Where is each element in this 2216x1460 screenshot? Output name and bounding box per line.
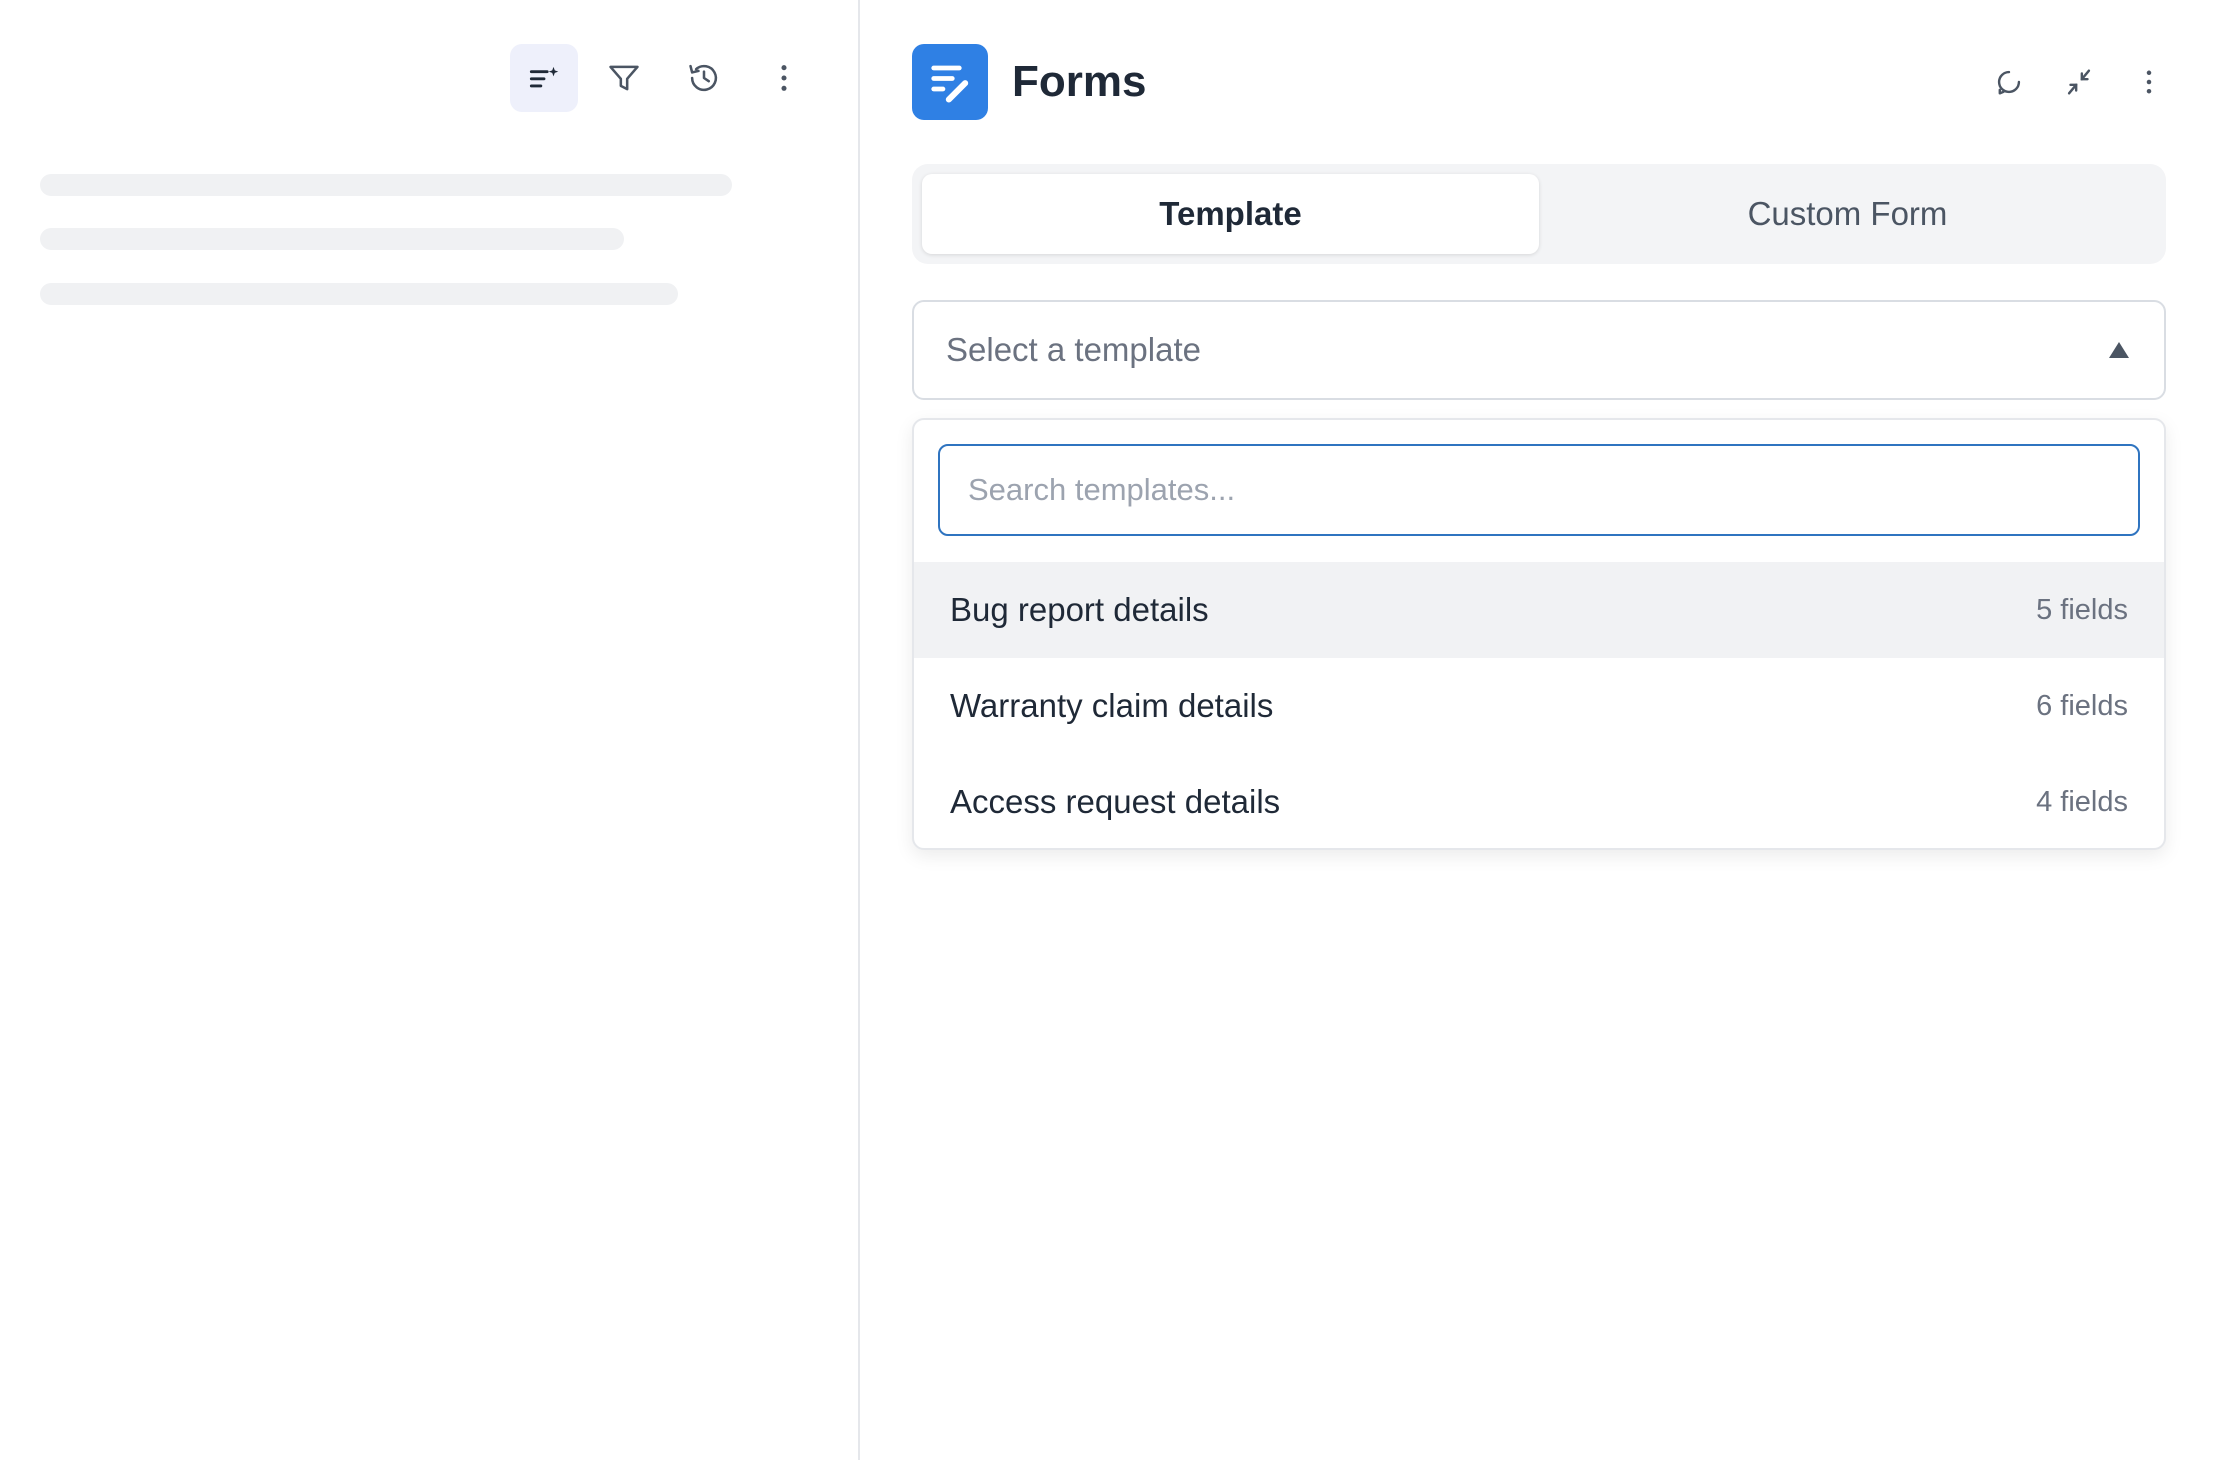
more-vertical-icon (2146, 70, 2152, 94)
filter-icon (609, 65, 639, 91)
template-select[interactable]: Select a template (912, 300, 2166, 400)
sort-sparkle-button[interactable] (510, 44, 578, 112)
loading-skeleton-line (40, 174, 732, 196)
app-window: Forms Template Custom Form Select a temp… (0, 0, 2216, 1460)
collapse-button[interactable] (2052, 55, 2106, 109)
template-option-warranty-claim[interactable]: Warranty claim details 6 fields (914, 658, 2164, 754)
template-dropdown: Bug report details 5 fields Warranty cla… (912, 418, 2166, 850)
template-search-input[interactable] (938, 444, 2140, 536)
refresh-icon (1997, 70, 2021, 95)
option-field-count: 4 fields (2036, 785, 2128, 818)
option-field-count: 5 fields (2036, 593, 2128, 626)
sort-sparkle-icon (529, 66, 559, 88)
filter-button[interactable] (590, 44, 658, 112)
panel-more-button[interactable] (2122, 55, 2176, 109)
template-option-bug-report[interactable]: Bug report details 5 fields (914, 562, 2164, 658)
history-icon (689, 64, 718, 92)
header-actions (1982, 55, 2176, 109)
loading-skeleton-line (40, 283, 678, 305)
caret-up-icon (2109, 342, 2129, 358)
option-label: Bug report details (950, 591, 1209, 628)
forms-panel: Forms Template Custom Form Select a temp… (862, 0, 2216, 1460)
refresh-button[interactable] (1982, 55, 2036, 109)
option-label: Warranty claim details (950, 687, 1274, 724)
tab-template[interactable]: Template (922, 174, 1539, 254)
more-vertical-icon (781, 65, 787, 91)
collapse-icon (2067, 69, 2091, 95)
template-option-access-request[interactable]: Access request details 4 fields (914, 754, 2164, 848)
tab-custom-form[interactable]: Custom Form (1539, 174, 2156, 254)
template-select-placeholder: Select a template (946, 331, 1201, 368)
option-label: Access request details (950, 783, 1281, 820)
form-mode-tabs: Template Custom Form (912, 164, 2166, 264)
template-search-wrap (914, 420, 2164, 562)
form-edit-icon (931, 65, 969, 103)
panel-header: Forms (912, 44, 2176, 120)
option-field-count: 6 fields (2036, 689, 2128, 722)
forms-logo (912, 44, 988, 120)
more-options-button[interactable] (750, 44, 818, 112)
panel-title: Forms (1012, 57, 1147, 106)
history-button[interactable] (670, 44, 738, 112)
left-pane (0, 0, 860, 1460)
loading-skeleton-line (40, 228, 624, 250)
left-toolbar (510, 44, 818, 112)
